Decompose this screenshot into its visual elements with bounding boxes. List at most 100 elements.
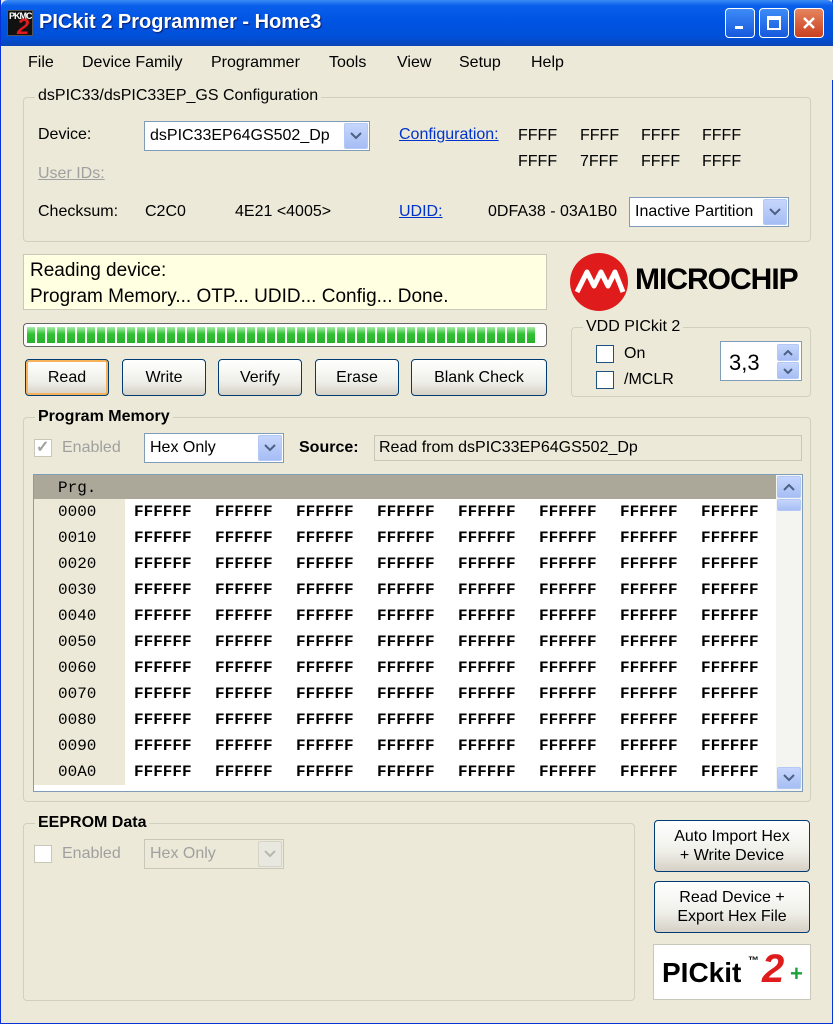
memory-cell[interactable]: FFFFFF xyxy=(620,581,678,599)
memory-cell[interactable]: FFFFFF xyxy=(296,633,354,651)
memory-cell[interactable]: FFFFFF xyxy=(701,711,759,729)
memory-cell[interactable]: FFFFFF xyxy=(377,555,435,573)
memory-cell[interactable]: FFFFFF xyxy=(134,763,192,781)
spin-down-icon[interactable] xyxy=(777,362,799,379)
memory-cell[interactable]: FFFFFF xyxy=(215,581,273,599)
memory-cell[interactable]: FFFFFF xyxy=(620,685,678,703)
menu-device-family[interactable]: Device Family xyxy=(82,54,182,72)
chevron-down-icon[interactable] xyxy=(258,841,282,867)
memory-cell[interactable]: FFFFFF xyxy=(458,503,516,521)
program-memory-mode-select[interactable]: Hex Only xyxy=(144,433,284,463)
memory-cell[interactable]: FFFFFF xyxy=(215,529,273,547)
maximize-button[interactable] xyxy=(759,8,789,38)
menu-view[interactable]: View xyxy=(397,54,431,72)
memory-cell[interactable]: FFFFFF xyxy=(701,529,759,547)
verify-button[interactable]: Verify xyxy=(218,359,302,396)
memory-cell[interactable]: FFFFFF xyxy=(377,737,435,755)
udid-link[interactable]: UDID: xyxy=(399,203,443,221)
memory-cell[interactable]: FFFFFF xyxy=(215,607,273,625)
memory-cell[interactable]: FFFFFF xyxy=(377,685,435,703)
memory-cell[interactable]: FFFFFF xyxy=(701,555,759,573)
device-select[interactable]: dsPIC33EP64GS502_Dp xyxy=(144,121,370,151)
memory-cell[interactable]: FFFFFF xyxy=(458,581,516,599)
memory-cell[interactable]: FFFFFF xyxy=(296,737,354,755)
memory-cell[interactable]: FFFFFF xyxy=(215,555,273,573)
memory-cell[interactable]: FFFFFF xyxy=(458,529,516,547)
menu-file[interactable]: File xyxy=(28,54,54,72)
memory-cell[interactable]: FFFFFF xyxy=(377,581,435,599)
memory-cell[interactable]: FFFFFF xyxy=(539,503,597,521)
memory-cell[interactable]: FFFFFF xyxy=(620,529,678,547)
memory-cell[interactable]: FFFFFF xyxy=(620,763,678,781)
memory-cell[interactable]: FFFFFF xyxy=(620,737,678,755)
program-memory-enabled-checkbox[interactable] xyxy=(34,437,52,457)
memory-cell[interactable]: FFFFFF xyxy=(134,737,192,755)
eeprom-mode-select[interactable]: Hex Only xyxy=(144,839,284,869)
memory-cell[interactable]: FFFFFF xyxy=(215,503,273,521)
menu-setup[interactable]: Setup xyxy=(459,54,501,72)
memory-cell[interactable]: FFFFFF xyxy=(296,503,354,521)
vdd-on-checkbox[interactable] xyxy=(596,345,614,363)
memory-cell[interactable]: FFFFFF xyxy=(701,737,759,755)
memory-cell[interactable]: FFFFFF xyxy=(296,607,354,625)
configuration-link[interactable]: Configuration: xyxy=(399,126,499,144)
memory-cell[interactable]: FFFFFF xyxy=(296,659,354,677)
memory-cell[interactable]: FFFFFF xyxy=(620,503,678,521)
memory-cell[interactable]: FFFFFF xyxy=(296,685,354,703)
memory-cell[interactable]: FFFFFF xyxy=(377,659,435,677)
memory-cell[interactable]: FFFFFF xyxy=(458,555,516,573)
memory-cell[interactable]: FFFFFF xyxy=(539,555,597,573)
memory-cell[interactable]: FFFFFF xyxy=(296,555,354,573)
memory-cell[interactable]: FFFFFF xyxy=(377,503,435,521)
memory-cell[interactable]: FFFFFF xyxy=(701,581,759,599)
memory-cell[interactable]: FFFFFF xyxy=(539,607,597,625)
menu-help[interactable]: Help xyxy=(531,54,564,72)
memory-cell[interactable]: FFFFFF xyxy=(296,711,354,729)
title-bar[interactable]: PKMC 2 PICkit 2 Programmer - Home3 xyxy=(1,0,833,46)
write-button[interactable]: Write xyxy=(122,359,206,396)
memory-cell[interactable]: FFFFFF xyxy=(701,659,759,677)
memory-cell[interactable]: FFFFFF xyxy=(377,529,435,547)
memory-cell[interactable]: FFFFFF xyxy=(215,711,273,729)
memory-cell[interactable]: FFFFFF xyxy=(296,763,354,781)
scroll-thumb[interactable] xyxy=(777,499,801,511)
memory-cell[interactable]: FFFFFF xyxy=(215,633,273,651)
chevron-down-icon[interactable] xyxy=(258,435,282,461)
memory-cell[interactable]: FFFFFF xyxy=(215,763,273,781)
memory-cell[interactable]: FFFFFF xyxy=(134,633,192,651)
memory-cell[interactable]: FFFFFF xyxy=(620,555,678,573)
memory-cell[interactable]: FFFFFF xyxy=(620,607,678,625)
scroll-down-icon[interactable] xyxy=(777,767,801,789)
memory-cell[interactable]: FFFFFF xyxy=(377,711,435,729)
memory-cell[interactable]: FFFFFF xyxy=(377,633,435,651)
vertical-scrollbar[interactable] xyxy=(776,475,802,791)
memory-cell[interactable]: FFFFFF xyxy=(539,529,597,547)
memory-cell[interactable]: FFFFFF xyxy=(134,529,192,547)
memory-cell[interactable]: FFFFFF xyxy=(134,555,192,573)
memory-cell[interactable]: FFFFFF xyxy=(215,685,273,703)
vdd-voltage-stepper[interactable]: 3,3 xyxy=(720,341,802,381)
memory-cell[interactable]: FFFFFF xyxy=(539,581,597,599)
eeprom-enabled-checkbox[interactable] xyxy=(34,845,52,863)
blank-check-button[interactable]: Blank Check xyxy=(411,359,547,396)
memory-cell[interactable]: FFFFFF xyxy=(377,607,435,625)
memory-cell[interactable]: FFFFFF xyxy=(134,581,192,599)
memory-cell[interactable]: FFFFFF xyxy=(296,581,354,599)
memory-cell[interactable]: FFFFFF xyxy=(620,711,678,729)
chevron-down-icon[interactable] xyxy=(763,199,787,225)
memory-cell[interactable]: FFFFFF xyxy=(539,659,597,677)
program-memory-grid[interactable]: Prg. 0000 FFFFFF FFFFFF FFFFFF FFFFFF FFFFFF F… xyxy=(33,474,803,792)
memory-cell[interactable]: FFFFFF xyxy=(539,763,597,781)
memory-cell[interactable]: FFFFFF xyxy=(134,659,192,677)
minimize-button[interactable] xyxy=(725,8,755,38)
memory-cell[interactable]: FFFFFF xyxy=(134,503,192,521)
memory-cell[interactable]: FFFFFF xyxy=(134,685,192,703)
memory-cell[interactable]: FFFFFF xyxy=(539,737,597,755)
scroll-up-icon[interactable] xyxy=(777,476,801,498)
memory-cell[interactable]: FFFFFF xyxy=(296,529,354,547)
memory-cell[interactable]: FFFFFF xyxy=(539,685,597,703)
pickit-app-icon[interactable]: PKMC 2 xyxy=(7,10,33,39)
memory-cell[interactable]: FFFFFF xyxy=(377,763,435,781)
memory-cell[interactable]: FFFFFF xyxy=(458,659,516,677)
memory-cell[interactable]: FFFFFF xyxy=(701,633,759,651)
